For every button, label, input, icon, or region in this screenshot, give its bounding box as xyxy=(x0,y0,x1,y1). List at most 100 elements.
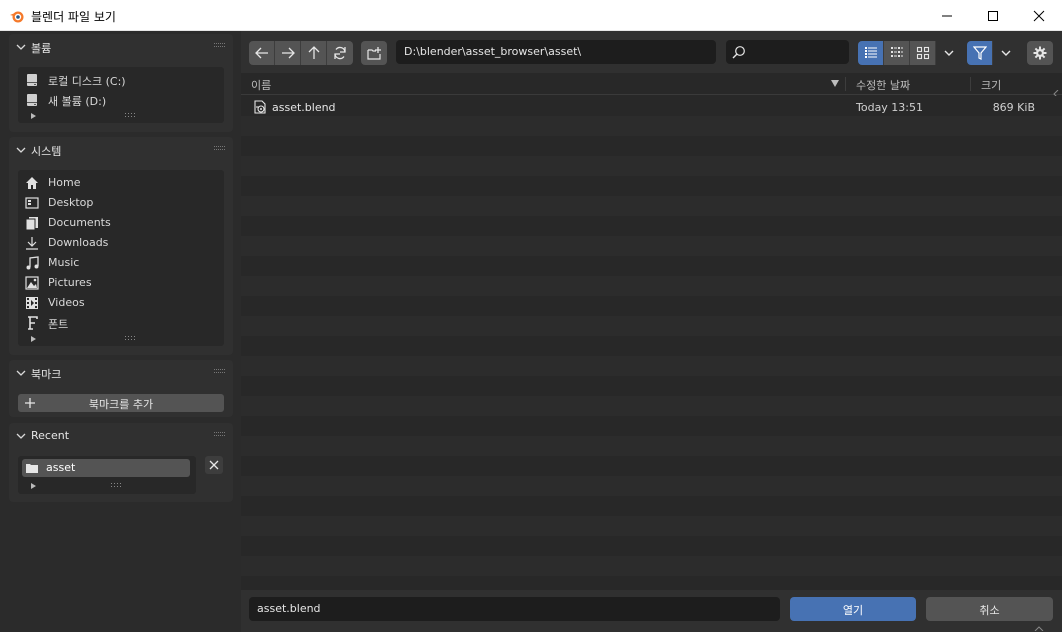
list-vertical-icon xyxy=(864,47,877,58)
minimize-button[interactable] xyxy=(924,0,970,31)
maximize-button[interactable] xyxy=(970,0,1016,31)
recent-panel: Recent asset xyxy=(9,423,233,502)
forward-button[interactable] xyxy=(275,41,301,65)
sidebar-item-label: 새 볼륨 (D:) xyxy=(48,95,107,108)
new-folder-button[interactable] xyxy=(361,41,387,65)
parent-directory-button[interactable] xyxy=(301,41,327,65)
cancel-button[interactable]: 취소 xyxy=(926,597,1053,621)
new-folder-group xyxy=(361,41,387,65)
chevron-up-icon[interactable] xyxy=(1034,626,1044,631)
sidebar-item-fonts[interactable]: 폰트 xyxy=(18,313,224,333)
thumbnail-view-button[interactable] xyxy=(910,41,936,65)
sidebar-item-label: Documents xyxy=(48,216,111,229)
column-header-row: 이름 수정한 날짜 크기 xyxy=(241,73,1062,98)
chevron-down-icon xyxy=(16,433,26,439)
system-panel-header[interactable]: 시스템 xyxy=(9,137,233,163)
documents-icon xyxy=(25,217,38,230)
refresh-button[interactable] xyxy=(327,41,353,65)
refresh-icon xyxy=(334,46,346,60)
expand-arrow-icon[interactable] xyxy=(30,482,38,490)
drag-grip-icon[interactable] xyxy=(214,43,225,49)
sort-descending-icon[interactable] xyxy=(831,80,839,87)
new-folder-icon xyxy=(367,47,381,60)
drive-icon xyxy=(27,74,37,86)
sidebar-item-label: Pictures xyxy=(48,276,92,289)
home-icon xyxy=(26,177,38,189)
resize-grip-icon[interactable] xyxy=(125,336,137,341)
sidebar-item-label: Downloads xyxy=(48,236,109,249)
sidebar-item-desktop[interactable]: Desktop xyxy=(18,193,224,213)
sidebar-item-documents[interactable]: Documents xyxy=(18,213,224,233)
filter-toggle-button[interactable] xyxy=(967,41,993,65)
drag-grip-icon[interactable] xyxy=(214,146,225,152)
resize-grip-icon[interactable] xyxy=(111,483,123,488)
file-row-asset-blend[interactable]: asset.blend Today 13:51 869 KiB xyxy=(241,97,1062,117)
expand-arrow-icon[interactable] xyxy=(30,112,38,120)
sidebar: 볼륨 로컬 디스크 (C:) 새 볼륨 (D:) 시스템 Home Deskto… xyxy=(0,31,241,632)
desktop-icon xyxy=(25,197,39,209)
chevron-down-icon xyxy=(944,50,954,56)
display-settings-dropdown[interactable] xyxy=(936,41,962,65)
add-bookmark-button[interactable]: 북마크를 추가 xyxy=(18,394,224,412)
chevron-down-icon xyxy=(1001,50,1011,56)
vertical-list-view-button[interactable] xyxy=(858,41,884,65)
column-divider[interactable] xyxy=(845,77,846,91)
filename-input[interactable]: asset.blend xyxy=(249,597,780,621)
column-divider[interactable] xyxy=(970,77,971,91)
close-button[interactable] xyxy=(1016,0,1062,31)
expand-arrow-icon[interactable] xyxy=(30,335,38,343)
system-panel: 시스템 Home Desktop Documents Downloads Mus… xyxy=(9,137,233,355)
filter-group xyxy=(967,41,1019,65)
back-button[interactable] xyxy=(249,41,275,65)
grid-icon xyxy=(916,46,929,60)
close-icon xyxy=(209,460,219,470)
column-header-modified[interactable]: 수정한 날짜 xyxy=(856,77,910,93)
bookmarks-title: 북마크 xyxy=(31,368,62,381)
filter-icon xyxy=(972,46,987,60)
close-icon xyxy=(1033,10,1045,21)
arrow-up-icon xyxy=(308,46,319,59)
recent-panel-header[interactable]: Recent xyxy=(9,423,233,449)
directory-path-input[interactable]: D:\blender\asset_browser\asset\ xyxy=(396,40,716,64)
blend-file-icon xyxy=(254,100,266,114)
remove-recent-button[interactable] xyxy=(205,456,223,474)
filter-settings-dropdown[interactable] xyxy=(993,41,1019,65)
file-browser-main: D:\blender\asset_browser\asset\ 이름 수정한 날… xyxy=(241,31,1062,632)
toolbar: D:\blender\asset_browser\asset\ xyxy=(241,31,1062,73)
volumes-title: 볼륨 xyxy=(31,42,52,55)
arrow-right-icon xyxy=(281,47,295,59)
sidebar-item-recent-asset[interactable]: asset xyxy=(22,459,190,477)
display-mode-group xyxy=(858,41,962,65)
resize-grip-icon[interactable] xyxy=(125,113,137,118)
sidebar-item-videos[interactable]: Videos xyxy=(18,293,224,313)
settings-button[interactable] xyxy=(1027,41,1053,65)
column-header-name[interactable]: 이름 xyxy=(251,77,271,93)
system-title: 시스템 xyxy=(31,145,62,158)
drag-grip-icon[interactable] xyxy=(214,369,225,375)
column-header-size[interactable]: 크기 xyxy=(981,77,1001,93)
sidebar-item-downloads[interactable]: Downloads xyxy=(18,233,224,253)
sidebar-item-label: Music xyxy=(48,256,80,269)
sidebar-item-drive-d[interactable]: 새 볼륨 (D:) xyxy=(18,90,224,110)
volumes-panel-header[interactable]: 볼륨 xyxy=(9,34,233,60)
sidebar-item-label: Videos xyxy=(48,296,85,309)
sidebar-item-drive-c[interactable]: 로컬 디스크 (C:) xyxy=(18,70,224,90)
navigation-buttons xyxy=(249,41,353,65)
add-bookmark-label: 북마크를 추가 xyxy=(88,398,154,411)
search-input[interactable] xyxy=(726,40,849,64)
blender-logo-icon xyxy=(10,11,24,23)
sidebar-item-music[interactable]: Music xyxy=(18,253,224,273)
arrow-left-icon xyxy=(254,47,268,59)
sidebar-item-pictures[interactable]: Pictures xyxy=(18,273,224,293)
open-button[interactable]: 열기 xyxy=(790,597,916,621)
window-titlebar: 블렌더 파일 보기 xyxy=(0,0,1062,31)
sidebar-item-home[interactable]: Home xyxy=(18,173,224,193)
bookmarks-panel-header[interactable]: 북마크 xyxy=(9,360,233,386)
downloads-icon xyxy=(26,237,38,250)
search-icon xyxy=(732,46,745,59)
horizontal-list-view-button[interactable] xyxy=(884,41,910,65)
settings-group xyxy=(1027,41,1053,65)
file-name: asset.blend xyxy=(272,101,336,114)
chevron-down-icon xyxy=(16,44,26,50)
drag-grip-icon[interactable] xyxy=(214,432,225,438)
